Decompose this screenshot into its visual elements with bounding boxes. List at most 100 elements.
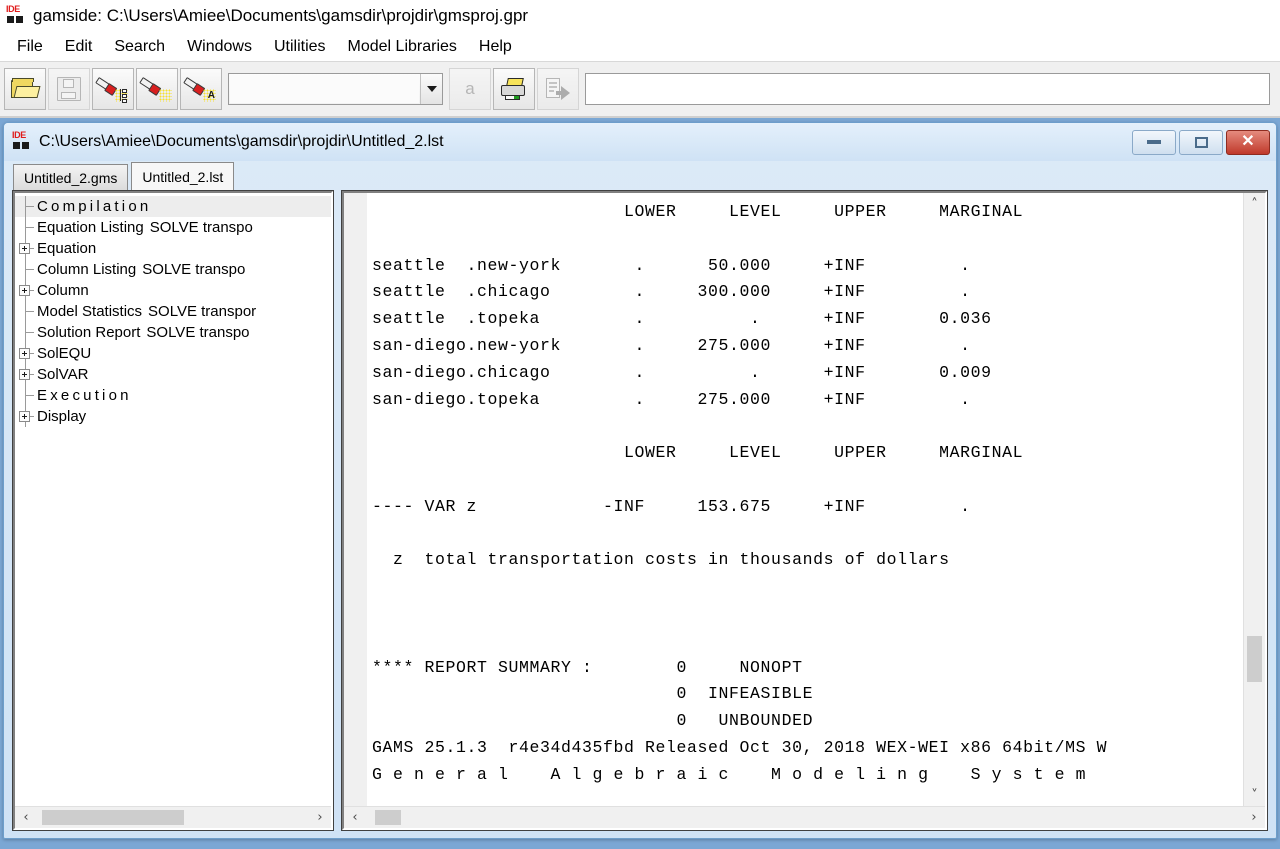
tree-branch-line (25, 332, 34, 333)
chevron-down-icon (426, 86, 437, 92)
listing-text-pane: LOWER LEVEL UPPER MARGINAL seattle .new-… (341, 190, 1268, 831)
tree-horizontal-scrollbar[interactable]: ‹ › (15, 806, 331, 828)
tree-hscroll-left-button[interactable]: ‹ (15, 807, 37, 828)
menu-item-windows[interactable]: Windows (176, 36, 263, 58)
tree-expand-plus-icon[interactable] (19, 369, 30, 380)
close-button[interactable]: ✕ (1226, 129, 1270, 155)
listing-hscroll-track[interactable] (366, 807, 1243, 828)
chevron-up-icon: ˄ (1251, 196, 1258, 212)
tree-hscroll-track[interactable] (37, 807, 309, 828)
tree-item-compilation[interactable]: Compilation (15, 196, 331, 217)
tree-item-label: Execution (37, 387, 132, 404)
tree-hscroll-thumb[interactable] (42, 810, 184, 825)
flashlight-nodes-icon (95, 76, 128, 103)
a-glyph-icon: a (465, 79, 475, 98)
toolbar-text-input[interactable] (585, 73, 1270, 105)
printer-icon (501, 78, 527, 100)
listing-hscroll-right-button[interactable]: › (1243, 807, 1265, 828)
listing-text[interactable]: LOWER LEVEL UPPER MARGINAL seattle .new-… (368, 193, 1243, 806)
listing-hscroll-thumb[interactable] (374, 810, 402, 825)
minimize-button[interactable] (1132, 129, 1176, 155)
tree-item-equation-listing[interactable]: Equation Listing SOLVE transpo (15, 217, 331, 238)
application-window: IDE gamside: C:\Users\Amiee\Documents\ga… (0, 0, 1280, 849)
listing-vertical-scrollbar[interactable]: ˄ ˅ (1243, 193, 1265, 806)
floppy-save-icon (57, 77, 81, 101)
tree-expand-plus-icon[interactable] (19, 348, 30, 359)
menu-item-utilities[interactable]: Utilities (263, 36, 337, 58)
print-button[interactable] (493, 68, 535, 110)
tree-item-execution[interactable]: Execution (15, 385, 331, 406)
listing-vscroll-down-button[interactable]: ˅ (1244, 784, 1265, 806)
flashlight-a-icon: A (183, 76, 216, 102)
restore-button[interactable] (1179, 129, 1223, 155)
title-bar: IDE gamside: C:\Users\Amiee\Documents\ga… (0, 0, 1280, 32)
menu-item-edit[interactable]: Edit (54, 36, 104, 58)
listing-gutter (344, 193, 368, 806)
tree-item-column[interactable]: Column (15, 280, 331, 301)
run-gams-button[interactable] (92, 68, 134, 110)
listing-wrap: LOWER LEVEL UPPER MARGINAL seattle .new-… (344, 193, 1243, 806)
tree-item-solution-report[interactable]: Solution Report SOLVE transpo (15, 322, 331, 343)
menu-item-file[interactable]: File (6, 36, 54, 58)
tab-untitled-2-gms[interactable]: Untitled_2.gms (13, 164, 129, 191)
tree-item-label: Display (37, 408, 87, 425)
open-project-button[interactable] (4, 68, 46, 110)
tree-item-label: Equation (37, 240, 97, 257)
tree-item-column-listing[interactable]: Column Listing SOLVE transpo (15, 259, 331, 280)
tree-item-label: SolVAR (37, 366, 89, 383)
tree-item-aux: SOLVE transpo (149, 219, 253, 236)
child-ide-square-right (22, 142, 29, 149)
tab-untitled-2-lst[interactable]: Untitled_2.lst (131, 162, 235, 191)
tree-pane-body: Compilation Equation Listing SOLVE transpo… (15, 193, 331, 806)
listing-horizontal-scrollbar[interactable]: ‹ › (344, 806, 1265, 828)
ide-icon-label: IDE (6, 4, 20, 14)
tree-branch-line (25, 227, 34, 228)
chevron-right-icon: › (317, 810, 323, 825)
export-button[interactable] (537, 68, 579, 110)
close-icon: ✕ (1241, 133, 1255, 150)
ide-icon: IDE (6, 4, 26, 26)
listing-hscroll-left-button[interactable]: ‹ (344, 807, 366, 828)
tree-item-equation[interactable]: Equation (15, 238, 331, 259)
command-combobox-value[interactable] (230, 75, 419, 103)
ide-icon-square-right (16, 16, 23, 23)
tree-hscroll-right-button[interactable]: › (309, 807, 331, 828)
listing-vscroll-track[interactable] (1244, 215, 1265, 784)
folder-open-icon (11, 78, 41, 100)
chevron-right-icon: › (1251, 810, 1257, 825)
tree-expand-plus-icon[interactable] (19, 243, 30, 254)
tree-item-solvar[interactable]: SolVAR (15, 364, 331, 385)
toolbar: A a (0, 62, 1280, 118)
tree-item-label: Model Statistics (37, 303, 143, 320)
tree-expand-plus-icon[interactable] (19, 411, 30, 422)
run-current-button[interactable] (136, 68, 178, 110)
tree-item-aux: SOLVE transpo (146, 324, 250, 341)
tree-item-aux: SOLVE transpo (142, 261, 246, 278)
chevron-down-icon: ˅ (1251, 787, 1258, 803)
tree-scroll-viewport: Compilation Equation Listing SOLVE transpo… (15, 193, 331, 806)
document-arrow-icon (546, 77, 570, 101)
save-file-button[interactable] (48, 68, 90, 110)
tree-item-model-statistics[interactable]: Model Statistics SOLVE transpor (15, 301, 331, 322)
listing-vscroll-up-button[interactable]: ˄ (1244, 193, 1265, 215)
command-combobox-arrow[interactable] (420, 74, 442, 104)
listing-vscroll-thumb[interactable] (1247, 636, 1262, 682)
tree-expand-plus-icon[interactable] (19, 285, 30, 296)
tree-item-label: Column (37, 282, 89, 299)
font-button[interactable]: a (449, 68, 491, 110)
run-with-action-button[interactable]: A (180, 68, 222, 110)
flashlight-icon (139, 76, 172, 102)
command-combobox[interactable] (228, 73, 443, 105)
tree-item-solequ[interactable]: SolEQU (15, 343, 331, 364)
listing-scroll-viewport[interactable]: LOWER LEVEL UPPER MARGINAL seattle .new-… (344, 193, 1243, 806)
child-window-titlebar[interactable]: IDE C:\Users\Amiee\Documents\gamsdir\pro… (4, 123, 1276, 161)
child-window: IDE C:\Users\Amiee\Documents\gamsdir\pro… (3, 122, 1277, 839)
menu-item-help[interactable]: Help (468, 36, 523, 58)
tree-branch-line (25, 311, 34, 312)
tree-item-label: Equation Listing (37, 219, 144, 236)
mdi-client-area: IDE C:\Users\Amiee\Documents\gamsdir\pro… (0, 118, 1280, 849)
menu-item-search[interactable]: Search (103, 36, 176, 58)
menu-item-model-libraries[interactable]: Model Libraries (337, 36, 468, 58)
child-window-footer (4, 830, 1276, 838)
tree-item-display[interactable]: Display (15, 406, 331, 427)
